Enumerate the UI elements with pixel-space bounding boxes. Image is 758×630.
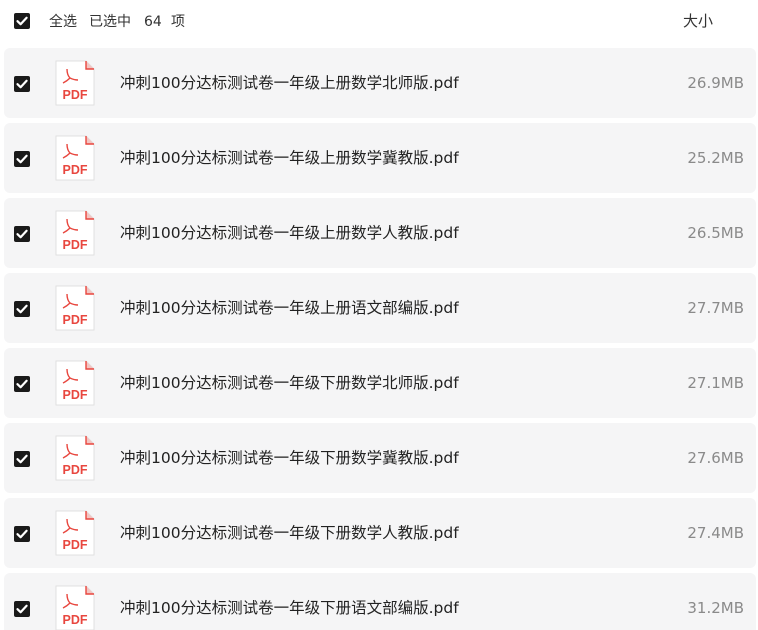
checkmark-icon xyxy=(16,16,28,26)
file-name[interactable]: 冲刺100分达标测试卷一年级下册数学人教版.pdf xyxy=(120,522,459,544)
pdf-file-icon: PDF xyxy=(55,510,95,556)
file-name[interactable]: 冲刺100分达标测试卷一年级下册数学北师版.pdf xyxy=(120,372,459,394)
file-list-header: 全选 已选中 64 项 大小 xyxy=(0,0,758,44)
selected-count: 64 xyxy=(144,14,162,30)
file-row[interactable]: PDF 冲刺100分达标测试卷一年级上册数学北师版.pdf 26.9MB xyxy=(4,48,756,118)
file-row[interactable]: PDF 冲刺100分达标测试卷一年级下册数学人教版.pdf 27.4MB xyxy=(4,498,756,568)
svg-text:PDF: PDF xyxy=(63,163,88,177)
file-row[interactable]: PDF 冲刺100分达标测试卷一年级下册数学冀教版.pdf 27.6MB xyxy=(4,423,756,493)
file-row[interactable]: PDF 冲刺100分达标测试卷一年级上册数学人教版.pdf 26.5MB xyxy=(4,198,756,268)
file-size: 26.5MB xyxy=(687,224,744,242)
checkmark-icon xyxy=(16,304,28,314)
file-row-checkbox[interactable] xyxy=(14,376,30,392)
file-size: 31.2MB xyxy=(687,599,744,617)
file-list-page: 全选 已选中 64 项 大小 PDF 冲刺100分达标测试卷一年级上册数学北师版… xyxy=(0,0,758,630)
file-row-checkbox[interactable] xyxy=(14,601,30,617)
pdf-file-icon: PDF xyxy=(55,60,95,106)
svg-text:PDF: PDF xyxy=(63,88,88,102)
pdf-file-icon: PDF xyxy=(55,435,95,481)
checkmark-icon xyxy=(16,454,28,464)
select-all-label[interactable]: 全选 xyxy=(49,12,77,32)
file-name[interactable]: 冲刺100分达标测试卷一年级下册数学冀教版.pdf xyxy=(120,447,459,469)
svg-text:PDF: PDF xyxy=(63,388,88,402)
checkmark-icon xyxy=(16,379,28,389)
file-size: 27.1MB xyxy=(687,374,744,392)
checkmark-icon xyxy=(16,229,28,239)
checkmark-icon xyxy=(16,79,28,89)
file-row-checkbox[interactable] xyxy=(14,526,30,542)
file-row-checkbox[interactable] xyxy=(14,226,30,242)
pdf-file-icon: PDF xyxy=(55,285,95,331)
file-size: 27.4MB xyxy=(687,524,744,542)
pdf-file-icon: PDF xyxy=(55,585,95,630)
selected-prefix-label: 已选中 xyxy=(89,14,131,30)
svg-text:PDF: PDF xyxy=(63,613,88,627)
checkmark-icon xyxy=(16,529,28,539)
svg-text:PDF: PDF xyxy=(63,538,88,552)
file-name[interactable]: 冲刺100分达标测试卷一年级下册语文部编版.pdf xyxy=(120,597,459,619)
file-size: 26.9MB xyxy=(687,74,744,92)
file-row-checkbox[interactable] xyxy=(14,301,30,317)
file-size: 27.7MB xyxy=(687,299,744,317)
checkmark-icon xyxy=(16,604,28,614)
selected-suffix-label: 项 xyxy=(171,14,185,30)
pdf-file-icon: PDF xyxy=(55,135,95,181)
file-row[interactable]: PDF 冲刺100分达标测试卷一年级上册数学冀教版.pdf 25.2MB xyxy=(4,123,756,193)
file-size: 27.6MB xyxy=(687,449,744,467)
pdf-file-icon: PDF xyxy=(55,210,95,256)
file-row[interactable]: PDF 冲刺100分达标测试卷一年级下册语文部编版.pdf 31.2MB xyxy=(4,573,756,630)
file-row[interactable]: PDF 冲刺100分达标测试卷一年级上册语文部编版.pdf 27.7MB xyxy=(4,273,756,343)
file-name[interactable]: 冲刺100分达标测试卷一年级上册数学北师版.pdf xyxy=(120,72,459,94)
svg-text:PDF: PDF xyxy=(63,238,88,252)
size-column-header[interactable]: 大小 xyxy=(683,11,713,31)
file-name[interactable]: 冲刺100分达标测试卷一年级上册语文部编版.pdf xyxy=(120,297,459,319)
pdf-file-icon: PDF xyxy=(55,360,95,406)
svg-text:PDF: PDF xyxy=(63,313,88,327)
file-row-checkbox[interactable] xyxy=(14,151,30,167)
file-row-checkbox[interactable] xyxy=(14,451,30,467)
checkmark-icon xyxy=(16,154,28,164)
select-all-checkbox[interactable] xyxy=(14,13,30,29)
file-size: 25.2MB xyxy=(687,149,744,167)
file-name[interactable]: 冲刺100分达标测试卷一年级上册数学冀教版.pdf xyxy=(120,147,459,169)
svg-text:PDF: PDF xyxy=(63,463,88,477)
file-name[interactable]: 冲刺100分达标测试卷一年级上册数学人教版.pdf xyxy=(120,222,459,244)
file-row-checkbox[interactable] xyxy=(14,76,30,92)
file-row[interactable]: PDF 冲刺100分达标测试卷一年级下册数学北师版.pdf 27.1MB xyxy=(4,348,756,418)
